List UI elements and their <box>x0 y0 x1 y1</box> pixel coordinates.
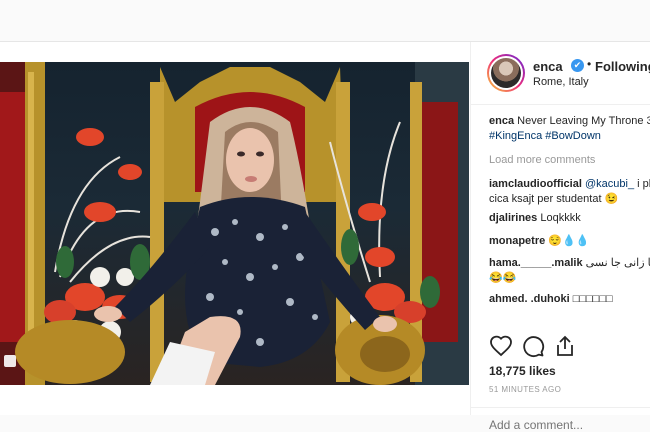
caption: enca Never Leaving My Throne 3 <box>489 114 650 129</box>
action-bar <box>489 334 649 358</box>
hashtag-link[interactable]: #BowDown <box>545 130 601 142</box>
comment: iamclaudioofficial @kacubi_ i pl <box>489 177 650 192</box>
likes-count[interactable]: 18,775 likes <box>489 364 556 378</box>
post-header: enca ✔ • Following Rome, Italy <box>471 42 650 105</box>
add-comment-input[interactable] <box>489 418 639 432</box>
comment-username[interactable]: hama._____.malik <box>489 257 583 269</box>
comment-text-continued: cica ksajt per studentat 😉 <box>489 193 619 205</box>
comment: ahmed. .duhoki □□□□□□ <box>489 292 613 307</box>
avatar-frame <box>489 56 523 90</box>
post-sidebar: enca ✔ • Following Rome, Italy enca Neve… <box>470 42 650 432</box>
add-comment-divider <box>471 407 650 416</box>
comment-username[interactable]: iamclaudioofficial <box>489 178 582 190</box>
comment: djalirines Loqkkkk <box>489 211 581 226</box>
comment: monapetre 😌💧💧 <box>489 234 589 249</box>
caption-text: Never Leaving My Throne 3 <box>514 115 650 127</box>
caption-tags: #KingEnca #BowDown <box>489 129 601 144</box>
avatar-image <box>491 58 521 88</box>
heart-icon[interactable] <box>489 334 513 358</box>
username-link[interactable]: enca <box>533 59 563 74</box>
comment-username[interactable]: ahmed. .duhoki <box>489 293 570 305</box>
gallery-icon <box>4 355 16 367</box>
comment-text: □□□□□□ <box>569 293 613 305</box>
comment-text: Loqkkkk <box>537 212 581 224</box>
comment-username[interactable]: djalirines <box>489 212 537 224</box>
comment: hama._____.malik ﻪ ﺷﺎ ﺯﺍﻧﯽ ﺟﺎ ﻧﺴﯽ <box>489 256 650 271</box>
mention-link[interactable]: @kacubi_ <box>585 178 634 190</box>
comment-text: ﻪ ﺷﺎ ﺯﺍﻧﯽ ﺟﺎ ﻧﺴﯽ <box>585 257 650 269</box>
avatar[interactable] <box>487 54 525 92</box>
post-photo-illustration <box>0 62 469 385</box>
comment-text: 😌💧💧 <box>545 235 590 247</box>
load-more-comments-button[interactable]: Load more comments <box>489 153 595 168</box>
comment-text-continued: 😂😂 <box>489 272 517 284</box>
verified-badge-icon: ✔ <box>571 59 584 72</box>
comment-username[interactable]: monapetre <box>489 235 545 247</box>
comment-icon[interactable] <box>521 334 545 358</box>
comments-section: enca Never Leaving My Throne 3 #KingEnca… <box>489 114 650 329</box>
post-card: enca ✔ • Following Rome, Italy enca Neve… <box>0 41 650 432</box>
location-link[interactable]: Rome, Italy <box>533 76 589 88</box>
post-photo[interactable] <box>0 62 469 385</box>
comment-text: i pl <box>634 178 650 190</box>
separator-dot: • <box>587 57 592 71</box>
caption-username[interactable]: enca <box>489 115 514 127</box>
share-icon[interactable] <box>553 334 577 358</box>
hashtag-link[interactable]: #KingEnca <box>489 130 542 142</box>
following-button[interactable]: Following <box>595 59 650 74</box>
post-timestamp[interactable]: 51 MINUTES AGO <box>489 385 561 394</box>
